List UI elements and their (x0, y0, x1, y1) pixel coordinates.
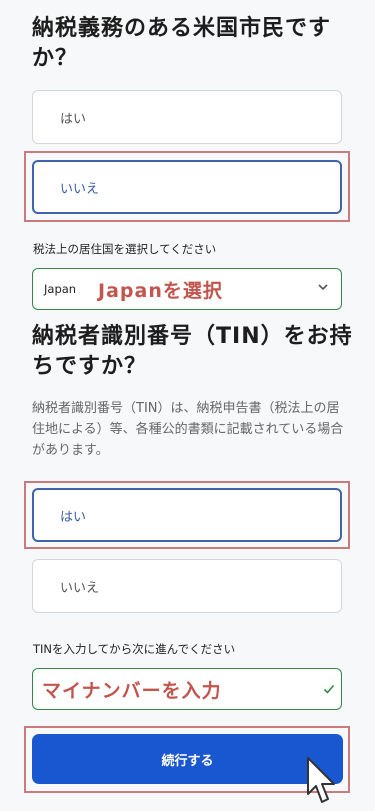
mouse-cursor-icon (306, 756, 338, 810)
tin-description: 納税者識別番号（TIN）は、納税申告書（税法上の居住地による）等、各種公的書類に… (32, 401, 344, 458)
question-tin-title: 納税者識別番号（TIN）をお持ちですか？ (32, 324, 353, 379)
tin-input-label: TINを入力してから次に進んでください (33, 642, 236, 656)
annotation-enter-my-number: マイナンバーを入力 (42, 680, 222, 702)
tin-option-no[interactable]: いいえ (32, 559, 342, 613)
chevron-down-icon (317, 279, 329, 299)
checkmark-icon (323, 681, 335, 700)
residence-country-label: 税法上の居住国を選択してください (33, 242, 217, 256)
annotation-select-japan: Japanを選択 (98, 280, 223, 302)
us-citizen-option-yes[interactable]: はい (32, 90, 342, 144)
continue-button[interactable]: 続行する (32, 734, 343, 784)
residence-country-value: Japan (44, 282, 77, 296)
question-us-citizen-title: 納税義務のある米国市民ですか？ (32, 16, 332, 71)
tin-option-yes[interactable]: はい (32, 488, 342, 542)
us-citizen-option-no[interactable]: いいえ (32, 160, 342, 214)
